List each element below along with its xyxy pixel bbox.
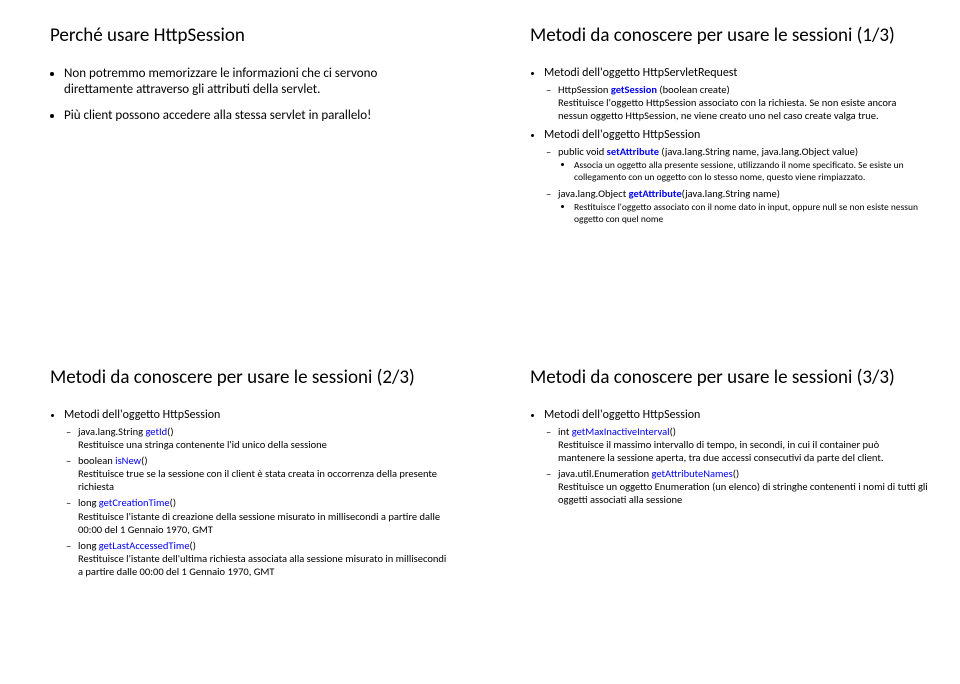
slide-3: Metodi da conoscere per usare le session… xyxy=(0,342,480,684)
text: boolean xyxy=(78,454,115,467)
method-link: getMaxInactiveInterval xyxy=(572,425,670,438)
slide-3-method-isnew: boolean isNew() Restituisce true se la s… xyxy=(78,454,448,493)
slide-2-list: Metodi dell'oggetto HttpServletRequest H… xyxy=(530,66,928,226)
method-link: getAttributeNames xyxy=(652,467,733,480)
method-link: getId xyxy=(145,425,167,438)
text: java.lang.String xyxy=(78,425,145,438)
slide-3-method-getid: java.lang.String getId() Restituisce una… xyxy=(78,425,448,451)
text: int xyxy=(558,425,572,438)
method-desc: Restituisce l'istante dell'ultima richie… xyxy=(78,552,446,578)
method-link: getAttribute xyxy=(629,187,682,200)
slide-2-method-setattribute: public void setAttribute (java.lang.Stri… xyxy=(558,145,928,184)
slide-1-bullet-1: Non potremmo memorizzare le informazioni… xyxy=(64,66,448,99)
text: java.util.Enumeration xyxy=(558,467,652,480)
slide-3-bullet-1-text: Metodi dell'oggetto HttpSession xyxy=(64,408,220,422)
text: (java.lang.String name) xyxy=(682,187,780,200)
text: (boolean create) xyxy=(657,83,730,96)
slide-3-method-getlastaccessedtime: long getLastAccessedTime() Restituisce l… xyxy=(78,539,448,578)
method-link: getSession xyxy=(611,83,657,96)
method-desc: Restituisce l'oggetto associato con il n… xyxy=(574,202,928,226)
slide-1: Perché usare HttpSession Non potremmo me… xyxy=(0,0,480,342)
text: () xyxy=(190,539,196,552)
text: public void xyxy=(558,145,607,158)
method-desc: Restituisce un oggetto Enumeration (un e… xyxy=(558,480,928,506)
method-desc: Restituisce l'oggetto HttpSession associ… xyxy=(558,96,896,122)
slide-4-title: Metodi da conoscere per usare le session… xyxy=(530,366,928,390)
method-desc: Restituisce il massimo intervallo di tem… xyxy=(558,438,884,464)
method-desc: Restituisce true se la sessione con il c… xyxy=(78,467,437,493)
text: (java.lang.String name, java.lang.Object… xyxy=(659,145,858,158)
slide-2: Metodi da conoscere per usare le session… xyxy=(480,0,960,342)
text: HttpSession xyxy=(558,83,611,96)
slide-2-method-getattribute: java.lang.Object getAttribute(java.lang.… xyxy=(558,187,928,226)
slide-1-title: Perché usare HttpSession xyxy=(50,24,448,48)
method-link: isNew xyxy=(115,454,141,467)
slide-2-bullet-1: Metodi dell'oggetto HttpServletRequest H… xyxy=(544,66,928,122)
method-desc: Associa un oggetto alla presente session… xyxy=(574,160,928,184)
text: () xyxy=(170,496,176,509)
slide-3-title: Metodi da conoscere per usare le session… xyxy=(50,366,448,390)
slide-2-bullet-2-text: Metodi dell'oggetto HttpSession xyxy=(544,128,700,142)
text: java.lang.Object xyxy=(558,187,629,200)
slide-2-title: Metodi da conoscere per usare le session… xyxy=(530,24,928,48)
text: () xyxy=(670,425,676,438)
method-link: getCreationTime xyxy=(99,496,170,509)
text: long xyxy=(78,539,99,552)
method-desc: Restituisce una stringa contenente l'id … xyxy=(78,438,327,451)
slide-4-list: Metodi dell'oggetto HttpSession int getM… xyxy=(530,408,928,507)
method-link: getLastAccessedTime xyxy=(99,539,190,552)
slide-4-method-getattributenames: java.util.Enumeration getAttributeNames(… xyxy=(558,467,928,506)
slide-grid: Perché usare HttpSession Non potremmo me… xyxy=(0,0,960,684)
slide-2-method-getsession: HttpSession getSession (boolean create) … xyxy=(558,83,928,122)
slide-4: Metodi da conoscere per usare le session… xyxy=(480,342,960,684)
slide-3-bullet-1: Metodi dell'oggetto HttpSession java.lan… xyxy=(64,408,448,578)
text: long xyxy=(78,496,99,509)
slide-3-list: Metodi dell'oggetto HttpSession java.lan… xyxy=(50,408,448,578)
text: () xyxy=(141,454,147,467)
slide-1-bullet-2: Più client possono accedere alla stessa … xyxy=(64,108,448,124)
slide-3-method-getcreationtime: long getCreationTime() Restituisce l'ist… xyxy=(78,496,448,535)
slide-2-bullet-1-text: Metodi dell'oggetto HttpServletRequest xyxy=(544,66,737,80)
slide-2-bullet-2: Metodi dell'oggetto HttpSession public v… xyxy=(544,128,928,226)
text: () xyxy=(167,425,173,438)
slide-4-bullet-1: Metodi dell'oggetto HttpSession int getM… xyxy=(544,408,928,507)
slide-1-list: Non potremmo memorizzare le informazioni… xyxy=(50,66,448,125)
slide-4-bullet-1-text: Metodi dell'oggetto HttpSession xyxy=(544,408,700,422)
method-link: setAttribute xyxy=(607,145,659,158)
slide-4-method-getmaxinactive: int getMaxInactiveInterval() Restituisce… xyxy=(558,425,928,464)
text: () xyxy=(733,467,739,480)
method-desc: Restituisce l'istante di creazione della… xyxy=(78,510,440,536)
